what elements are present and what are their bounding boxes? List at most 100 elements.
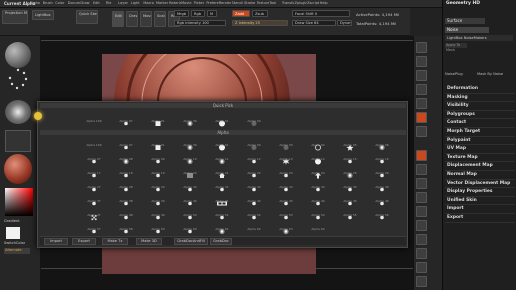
alpha-item[interactable]: Alpha 04	[302, 136, 334, 151]
alpha-item[interactable]: Alpha 05	[334, 136, 366, 151]
alpha-item[interactable]: Alpha 01	[206, 136, 238, 151]
menu-brush[interactable]: Brush	[43, 1, 56, 5]
transp-icon[interactable]	[416, 248, 427, 259]
tool-section-morph-target[interactable]: Morph Target	[447, 129, 480, 134]
z-intensity-slider[interactable]: Z Intensity 25	[232, 20, 288, 26]
alpha-item[interactable]: Alpha 40	[174, 192, 206, 206]
frame-icon[interactable]	[416, 178, 427, 189]
quick-sketch-button[interactable]: Quick Sketch	[76, 10, 98, 24]
tool-section-visibility[interactable]: Visibility	[447, 103, 469, 108]
grab-doc-button[interactable]: GrabDoc	[210, 238, 232, 245]
alpha-item[interactable]: Alpha 47	[78, 206, 110, 221]
move-icon[interactable]	[416, 192, 427, 203]
spix-icon[interactable]	[416, 56, 427, 67]
noise-button[interactable]: Noise	[445, 27, 489, 33]
alpha-item[interactable]: Alpha 17	[78, 164, 110, 178]
local-icon[interactable]	[416, 150, 427, 161]
alpha-item[interactable]: Alpha 36	[366, 178, 398, 192]
xyz-icon[interactable]	[416, 164, 427, 175]
bpr-icon[interactable]	[416, 42, 427, 53]
lightbox-noisemakers-button[interactable]: LightBox NoiseMakers	[445, 35, 513, 41]
alpha-item[interactable]: Alpha 18	[110, 164, 142, 178]
lightbox-button[interactable]: LightBox	[32, 10, 54, 20]
alpha-item[interactable]: Alpha 27	[78, 178, 110, 192]
alpha-item[interactable]: Alpha 14	[302, 150, 334, 165]
alpha-item[interactable]: Alpha 09	[142, 150, 174, 164]
alpha-item[interactable]: Alpha 15	[334, 150, 366, 164]
alpha-item[interactable]: Alpha 51	[206, 206, 238, 220]
alpha-item[interactable]: Alpha 06	[366, 136, 398, 151]
alpha-item[interactable]: Alpha 54	[302, 206, 334, 220]
menu-preferences[interactable]: Preferences	[206, 1, 219, 5]
persp-icon[interactable]	[416, 112, 427, 123]
menu-stencil[interactable]: Stencil	[232, 1, 245, 5]
tool-section-unified-skin[interactable]: Unified Skin	[447, 198, 477, 203]
alpha-item[interactable]: Alpha 26	[366, 164, 398, 178]
quick-pick-item[interactable]: Alpha 07	[110, 112, 142, 126]
main-color-swatch[interactable]	[6, 227, 20, 239]
alpha-item[interactable]: Alpha 44	[302, 192, 334, 206]
tool-section-polygroups[interactable]: Polygroups	[447, 112, 475, 117]
alpha-item[interactable]: Alpha 31	[206, 178, 238, 192]
menu-texture[interactable]: Texture	[257, 1, 270, 5]
tool-section-uv-map[interactable]: UV Map	[447, 146, 466, 151]
import-button[interactable]: Import	[44, 238, 68, 245]
quick-pick-item[interactable]: Alpha 01	[142, 112, 174, 126]
alpha-item[interactable]: Alpha 21	[206, 164, 238, 178]
alpha-item[interactable]: Alpha 34	[302, 178, 334, 192]
quick-pick-item[interactable]: Alpha 30	[174, 112, 206, 127]
texture-icon[interactable]	[5, 130, 31, 152]
quick-pick-item[interactable]: Alpha 00	[238, 112, 270, 126]
rgb-intensity-slider[interactable]: Rgb Intensity 100	[174, 20, 226, 26]
alpha-item[interactable]: Alpha 64	[302, 220, 334, 231]
m-button[interactable]: M	[207, 10, 217, 17]
alpha-item[interactable]: Alpha 43	[270, 192, 302, 206]
alpha-item[interactable]: Alpha 25	[334, 164, 366, 179]
rgb-button[interactable]: Rgb	[191, 10, 205, 17]
alpha-item[interactable]: Alpha 56	[366, 206, 398, 220]
alpha-item[interactable]: Alpha 20	[174, 164, 206, 178]
make-3d-button[interactable]: Make 3D	[136, 238, 162, 245]
alpha-item[interactable]: Alpha 28	[110, 178, 142, 192]
menu-alpha[interactable]: Alpha	[30, 1, 43, 5]
tool-section-display-properties[interactable]: Display Properties	[447, 189, 493, 194]
geometry-hd-title[interactable]: Geometry HD	[446, 1, 480, 6]
tool-section-export[interactable]: Export	[447, 215, 463, 220]
alpha-item[interactable]: Alpha 46	[366, 192, 398, 206]
alpha-item[interactable]: Alpha 22	[238, 164, 270, 178]
edit-button[interactable]: Edit	[112, 11, 124, 27]
menu-layer[interactable]: Layer	[118, 1, 131, 5]
alpha-item[interactable]: Alpha 35	[334, 178, 366, 192]
tool-section-texture-map[interactable]: Texture Map	[447, 155, 478, 160]
alpha-item[interactable]: Alpha 38	[110, 192, 142, 206]
alpha-item[interactable]: Alpha 199	[78, 136, 110, 147]
alpha-item[interactable]: Alpha 11	[206, 150, 238, 165]
move-button[interactable]: Move	[140, 11, 152, 27]
alpha-item[interactable]: Alpha 60	[174, 220, 206, 234]
alpha-item[interactable]: Alpha 50	[174, 206, 206, 220]
color-picker[interactable]	[5, 188, 33, 216]
zadd-button[interactable]: Zadd	[232, 10, 250, 17]
alpha-item[interactable]: Alpha 45	[334, 192, 366, 206]
alpha-item[interactable]: Alpha 42	[238, 192, 270, 206]
alpha-icon[interactable]	[5, 100, 31, 124]
quick-pick-item[interactable]: Alpha 01	[206, 112, 238, 127]
zsub-button[interactable]: Zsub	[252, 10, 268, 17]
tool-section-import[interactable]: Import	[447, 206, 464, 211]
menu-render[interactable]: Render	[219, 1, 232, 5]
quick-pick-item[interactable]: Alpha 199	[78, 112, 110, 123]
xpose-icon[interactable]	[416, 276, 427, 287]
grab-doc-and-fill-button[interactable]: GrabDocAndFill	[174, 238, 208, 245]
alpha-item[interactable]: Alpha 63	[270, 220, 302, 235]
alpha-item[interactable]: Alpha 16	[366, 150, 398, 164]
alpha-item[interactable]: Alpha 39	[142, 192, 174, 206]
tool-section-displacement-map[interactable]: Displacement Map	[447, 163, 493, 168]
alpha-item[interactable]: Alpha 37	[78, 192, 110, 206]
rotate-icon[interactable]	[416, 220, 427, 231]
material-icon[interactable]	[4, 154, 32, 184]
zoom3d-icon[interactable]	[416, 206, 427, 217]
tool-section-deformation[interactable]: Deformation	[447, 86, 478, 91]
alpha-item[interactable]: Alpha 00	[238, 136, 270, 150]
alpha-item[interactable]: Alpha 19	[142, 164, 174, 178]
alpha-item[interactable]: Alpha 03	[270, 136, 302, 150]
